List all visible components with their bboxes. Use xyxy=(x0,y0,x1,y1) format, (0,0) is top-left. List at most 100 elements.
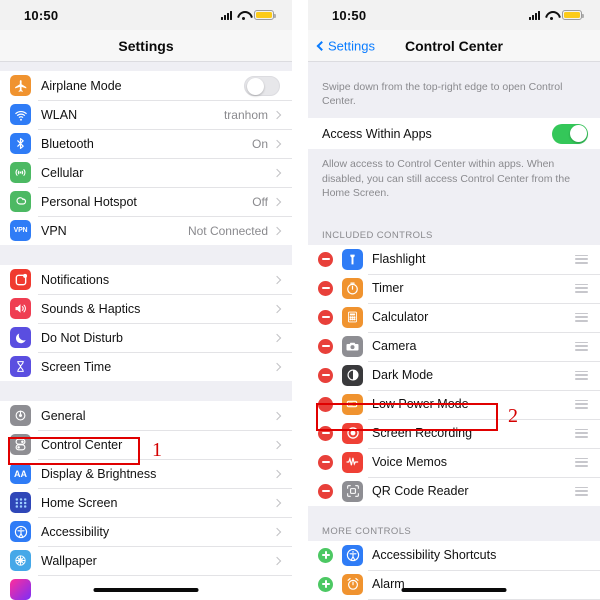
reorder-handle-icon[interactable] xyxy=(575,283,588,294)
reorder-handle-icon[interactable] xyxy=(575,254,588,265)
left-status-bar: 10:50 xyxy=(0,0,292,30)
remove-icon[interactable] xyxy=(318,251,333,267)
back-button[interactable]: Settings xyxy=(316,38,375,53)
row-value: Off xyxy=(252,194,268,209)
control-row-accessibility-shortcuts[interactable]: Accessibility Shortcuts xyxy=(308,540,600,570)
control-row-dark-mode[interactable]: Dark Mode xyxy=(308,360,600,390)
control-row-timer[interactable]: Timer xyxy=(308,273,600,303)
reorder-handle-icon[interactable] xyxy=(575,312,588,323)
row-label: Screen Time xyxy=(41,359,112,374)
reorder-handle-icon[interactable] xyxy=(575,341,588,352)
row-value: tranhom xyxy=(223,107,268,122)
sidebar-item-do-not-disturb[interactable]: Do Not Disturb xyxy=(0,323,292,352)
status-time: 10:50 xyxy=(332,7,367,23)
low-power-icon xyxy=(342,393,363,415)
row-label: General xyxy=(41,408,86,423)
left-settings-list[interactable]: Airplane Mode WLAN tranhom Bluetooth On … xyxy=(0,62,292,600)
add-icon[interactable] xyxy=(318,576,333,592)
gear-icon xyxy=(10,405,31,426)
control-row-flashlight[interactable]: Flashlight xyxy=(308,244,600,274)
accessibility-icon xyxy=(10,521,31,542)
remove-icon[interactable] xyxy=(318,338,333,354)
sidebar-item-screen-time[interactable]: Screen Time xyxy=(0,352,292,381)
status-indicators xyxy=(221,10,276,20)
access-within-apps-row[interactable]: Access Within Apps xyxy=(308,118,600,150)
chevron-right-icon xyxy=(272,498,282,507)
sounds-icon xyxy=(10,298,31,319)
cellular-bars-icon xyxy=(221,10,232,20)
qr-code-icon xyxy=(342,480,363,502)
page-title: Settings xyxy=(118,37,174,54)
control-row-alarm[interactable]: Alarm xyxy=(308,569,600,599)
page-title: Control Center xyxy=(405,37,503,54)
control-center-icon xyxy=(10,434,31,455)
included-controls-group: Flashlight Timer Calculator Camera Dark … xyxy=(308,244,600,506)
remove-icon[interactable] xyxy=(318,483,333,499)
sidebar-item-home-screen[interactable]: Home Screen xyxy=(0,488,292,517)
remove-icon[interactable] xyxy=(318,309,333,325)
remove-icon[interactable] xyxy=(318,396,333,412)
hotspot-icon xyxy=(10,191,31,212)
sidebar-item-general[interactable]: General xyxy=(0,401,292,430)
reorder-handle-icon[interactable] xyxy=(575,370,588,381)
access-within-apps-label: Access Within Apps xyxy=(322,126,432,141)
annotation-number-2: 2 xyxy=(508,405,518,427)
siri-icon xyxy=(10,579,31,600)
sidebar-item-accessibility[interactable]: Accessibility xyxy=(0,517,292,546)
add-icon[interactable] xyxy=(318,547,333,563)
control-row-calculator[interactable]: Calculator xyxy=(308,302,600,332)
access-within-apps-toggle[interactable] xyxy=(552,123,588,144)
sidebar-item-airplane-mode[interactable]: Airplane Mode xyxy=(0,71,292,100)
control-center-list[interactable]: Swipe down from the top-right edge to op… xyxy=(308,62,600,600)
sidebar-item-personal-hotspot[interactable]: Personal Hotspot Off xyxy=(0,187,292,216)
status-indicators xyxy=(529,10,584,20)
control-row-screen-recording[interactable]: Screen Recording xyxy=(308,418,600,448)
sidebar-item-bluetooth[interactable]: Bluetooth On xyxy=(0,129,292,158)
sidebar-item-wlan[interactable]: WLAN tranhom xyxy=(0,100,292,129)
control-label: Timer xyxy=(372,281,404,296)
control-row-qr-code-reader[interactable]: QR Code Reader xyxy=(308,476,600,506)
list-spacer-top xyxy=(308,62,600,76)
home-screen-icon xyxy=(10,492,31,513)
control-label: Screen Recording xyxy=(372,426,473,441)
chevron-right-icon xyxy=(272,469,282,478)
remove-icon[interactable] xyxy=(318,367,333,383)
reorder-handle-icon[interactable] xyxy=(575,457,588,468)
sidebar-item-sounds-haptics[interactable]: Sounds & Haptics xyxy=(0,294,292,323)
reorder-handle-icon[interactable] xyxy=(575,399,588,410)
sidebar-item-control-center[interactable]: Control Center xyxy=(0,430,292,459)
battery-low-power-icon xyxy=(254,10,276,20)
top-note-text: Swipe down from the top-right edge to op… xyxy=(322,81,563,108)
settings-group-notifications: Notifications Sounds & Haptics Do Not Di… xyxy=(0,265,292,381)
sidebar-item-display-brightness[interactable]: AA Display & Brightness xyxy=(0,459,292,488)
sidebar-item-cellular[interactable]: Cellular xyxy=(0,158,292,187)
remove-icon[interactable] xyxy=(318,454,333,470)
row-value: Not Connected xyxy=(187,223,268,238)
control-row-low-power-mode[interactable]: Low Power Mode xyxy=(308,389,600,419)
notifications-icon xyxy=(10,269,31,290)
cellular-bars-icon xyxy=(529,10,540,20)
remove-icon[interactable] xyxy=(318,425,333,441)
display-icon: AA xyxy=(10,463,31,484)
wifi-icon xyxy=(237,11,249,20)
sidebar-item-vpn[interactable]: VPN VPN Not Connected xyxy=(0,216,292,245)
sidebar-item-wallpaper[interactable]: Wallpaper xyxy=(0,546,292,575)
accessibility-icon xyxy=(342,544,363,566)
remove-icon[interactable] xyxy=(318,280,333,296)
row-label: Notifications xyxy=(41,272,110,287)
control-row-voice-memos[interactable]: Voice Memos xyxy=(308,447,600,477)
status-time: 10:50 xyxy=(24,7,59,23)
reorder-handle-icon[interactable] xyxy=(575,428,588,439)
row-value: On xyxy=(251,136,268,151)
control-label: Accessibility Shortcuts xyxy=(372,548,497,563)
airplane-mode-toggle[interactable] xyxy=(244,75,280,96)
sidebar-item-notifications[interactable]: Notifications xyxy=(0,265,292,294)
airplane-icon xyxy=(10,75,31,96)
reorder-handle-icon[interactable] xyxy=(575,486,588,497)
chevron-right-icon xyxy=(272,556,282,565)
chevron-right-icon xyxy=(272,168,282,177)
control-row-camera[interactable]: Camera xyxy=(308,331,600,361)
left-nav-bar: Settings xyxy=(0,30,292,62)
row-label: Home Screen xyxy=(41,495,118,510)
chevron-right-icon xyxy=(272,411,282,420)
